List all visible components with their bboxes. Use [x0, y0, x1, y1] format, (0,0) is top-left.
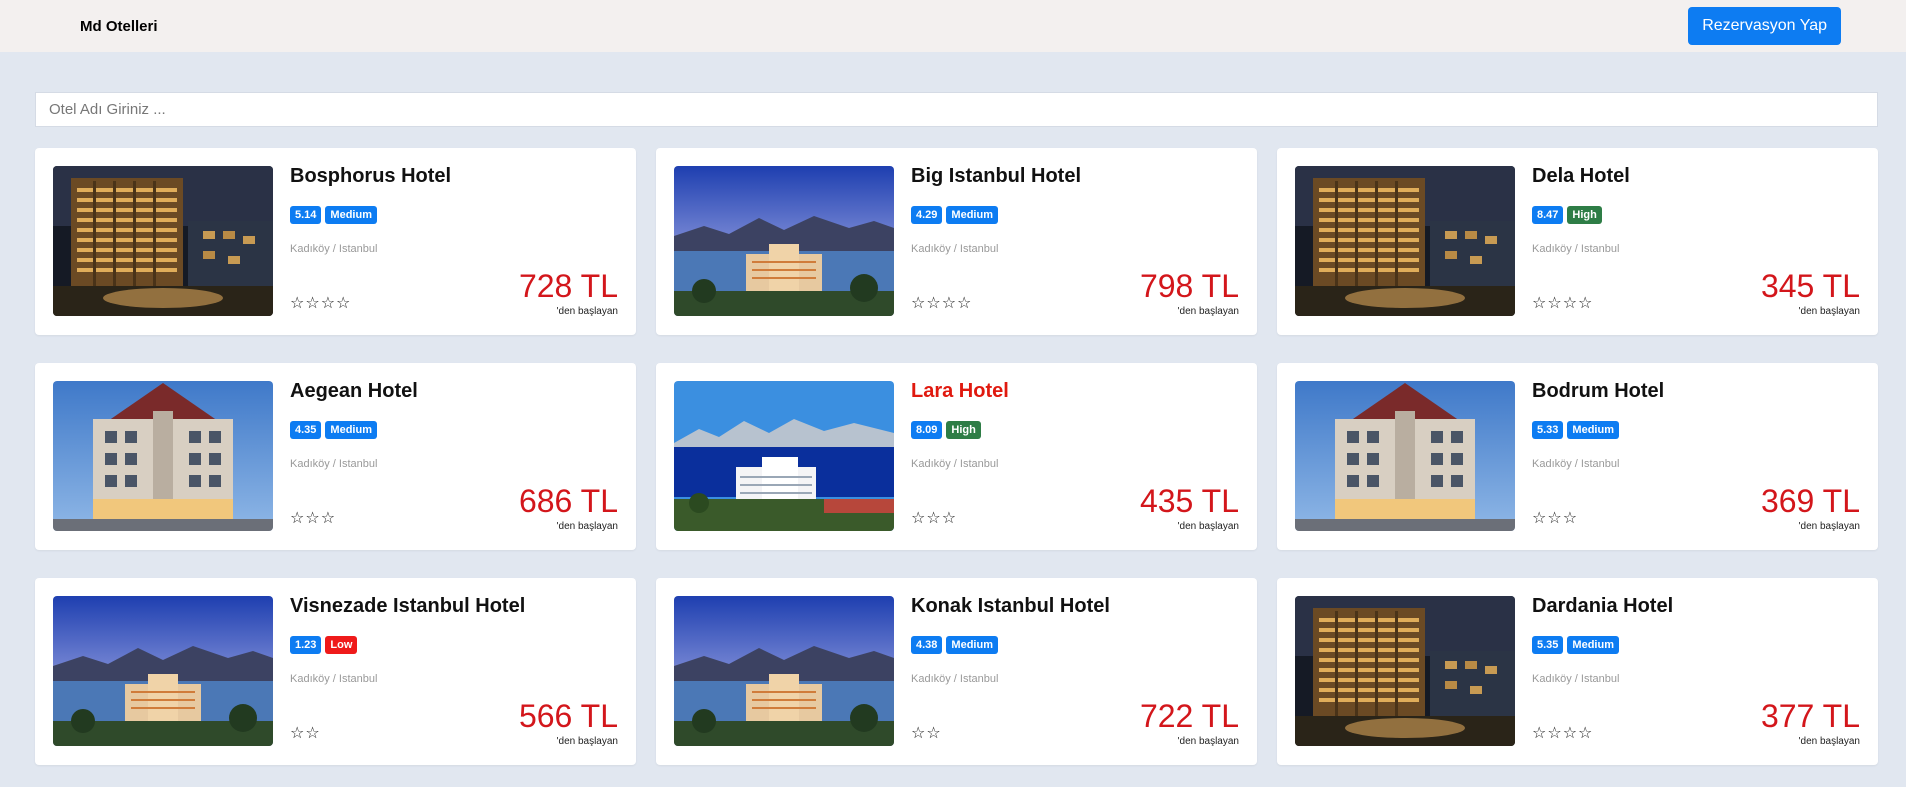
hotel-name[interactable]: Bosphorus Hotel — [290, 165, 451, 188]
hotel-price: 435 TL — [1139, 483, 1239, 519]
score-badge: 4.35 — [290, 421, 322, 439]
star-rating: ☆☆ — [911, 725, 942, 742]
level-badge: Medium — [1567, 636, 1619, 654]
level-badge: High — [946, 421, 981, 439]
hotel-card[interactable]: Dela Hotel 8.47 High Kadıköy / Istanbul … — [1277, 148, 1878, 335]
star-rating: ☆☆☆☆ — [1532, 725, 1594, 742]
hotel-location: Kadıköy / Istanbul — [911, 673, 999, 685]
rating-badges: 4.38 Medium — [911, 636, 998, 654]
hotel-image[interactable] — [674, 596, 894, 746]
price-caption: 'den başlayan — [1798, 736, 1860, 747]
hotel-card[interactable]: Konak Istanbul Hotel 4.38 Medium Kadıköy… — [656, 578, 1257, 765]
star-rating: ☆☆☆☆ — [1532, 295, 1594, 312]
hotel-price: 798 TL — [1139, 268, 1239, 304]
top-navbar: Md Otelleri Rezervasyon Yap — [0, 0, 1906, 52]
hotel-price: 377 TL — [1760, 698, 1860, 734]
hotel-image[interactable] — [53, 596, 273, 746]
hotel-price: 686 TL — [518, 483, 618, 519]
score-badge: 5.14 — [290, 206, 322, 224]
star-rating: ☆☆☆☆ — [290, 295, 352, 312]
hotel-image[interactable] — [674, 166, 894, 316]
hotel-price: 345 TL — [1760, 268, 1860, 304]
hotel-card[interactable]: Lara Hotel 8.09 High Kadıköy / Istanbul … — [656, 363, 1257, 550]
hotel-price: 722 TL — [1139, 698, 1239, 734]
hotel-name[interactable]: Dardania Hotel — [1532, 595, 1673, 618]
price-caption: 'den başlayan — [556, 306, 618, 317]
rating-badges: 5.33 Medium — [1532, 421, 1619, 439]
score-badge: 5.33 — [1532, 421, 1564, 439]
hotel-image[interactable] — [53, 166, 273, 316]
score-badge: 5.35 — [1532, 636, 1564, 654]
level-badge: High — [1567, 206, 1602, 224]
rating-badges: 5.14 Medium — [290, 206, 377, 224]
hotel-location: Kadıköy / Istanbul — [911, 458, 999, 470]
star-rating: ☆☆☆ — [911, 510, 958, 527]
price-caption: 'den başlayan — [1798, 306, 1860, 317]
hotel-card[interactable]: Bodrum Hotel 5.33 Medium Kadıköy / Istan… — [1277, 363, 1878, 550]
price-caption: 'den başlayan — [1177, 521, 1239, 532]
hotel-price: 728 TL — [518, 268, 618, 304]
hotel-image[interactable] — [1295, 596, 1515, 746]
score-badge: 4.38 — [911, 636, 943, 654]
hotel-name[interactable]: Aegean Hotel — [290, 380, 418, 403]
hotel-name[interactable]: Big Istanbul Hotel — [911, 165, 1081, 188]
star-rating: ☆☆☆ — [290, 510, 337, 527]
price-caption: 'den başlayan — [556, 736, 618, 747]
hotel-card[interactable]: Big Istanbul Hotel 4.29 Medium Kadıköy /… — [656, 148, 1257, 335]
hotel-name[interactable]: Lara Hotel — [911, 380, 1009, 403]
score-badge: 4.29 — [911, 206, 943, 224]
hotel-location: Kadıköy / Istanbul — [1532, 673, 1620, 685]
hotel-image[interactable] — [1295, 381, 1515, 531]
hotel-card[interactable]: Aegean Hotel 4.35 Medium Kadıköy / Istan… — [35, 363, 636, 550]
hotel-location: Kadıköy / Istanbul — [290, 458, 378, 470]
score-badge: 8.09 — [911, 421, 943, 439]
hotel-location: Kadıköy / Istanbul — [290, 243, 378, 255]
rating-badges: 4.29 Medium — [911, 206, 998, 224]
score-badge: 8.47 — [1532, 206, 1564, 224]
level-badge: Medium — [946, 636, 998, 654]
rating-badges: 4.35 Medium — [290, 421, 377, 439]
level-badge: Medium — [325, 206, 377, 224]
price-caption: 'den başlayan — [1798, 521, 1860, 532]
hotel-name[interactable]: Bodrum Hotel — [1532, 380, 1664, 403]
rating-badges: 1.23 Low — [290, 636, 358, 654]
hotel-image[interactable] — [1295, 166, 1515, 316]
search-bar — [35, 92, 1878, 127]
star-rating: ☆☆☆ — [1532, 510, 1579, 527]
hotel-card[interactable]: Bosphorus Hotel 5.14 Medium Kadıköy / Is… — [35, 148, 636, 335]
hotel-location: Kadıköy / Istanbul — [911, 243, 999, 255]
level-badge: Medium — [1567, 421, 1619, 439]
reservation-button[interactable]: Rezervasyon Yap — [1688, 7, 1841, 45]
price-caption: 'den başlayan — [1177, 736, 1239, 747]
star-rating: ☆☆ — [290, 725, 321, 742]
star-rating: ☆☆☆☆ — [911, 295, 973, 312]
hotel-name[interactable]: Dela Hotel — [1532, 165, 1630, 188]
level-badge: Low — [325, 636, 358, 654]
hotel-card[interactable]: Dardania Hotel 5.35 Medium Kadıköy / Ist… — [1277, 578, 1878, 765]
hotel-location: Kadıköy / Istanbul — [1532, 458, 1620, 470]
hotel-price: 369 TL — [1760, 483, 1860, 519]
price-caption: 'den başlayan — [556, 521, 618, 532]
hotel-search-input[interactable] — [35, 92, 1878, 127]
level-badge: Medium — [946, 206, 998, 224]
hotel-name[interactable]: Visnezade Istanbul Hotel — [290, 595, 525, 618]
price-caption: 'den başlayan — [1177, 306, 1239, 317]
hotel-grid: Bosphorus Hotel 5.14 Medium Kadıköy / Is… — [35, 148, 1878, 765]
score-badge: 1.23 — [290, 636, 322, 654]
hotel-location: Kadıköy / Istanbul — [290, 673, 378, 685]
hotel-image[interactable] — [53, 381, 273, 531]
hotel-image[interactable] — [674, 381, 894, 531]
brand-logo[interactable]: Md Otelleri — [80, 18, 158, 35]
hotel-name[interactable]: Konak Istanbul Hotel — [911, 595, 1110, 618]
rating-badges: 5.35 Medium — [1532, 636, 1619, 654]
rating-badges: 8.09 High — [911, 421, 981, 439]
hotel-price: 566 TL — [518, 698, 618, 734]
hotel-location: Kadıköy / Istanbul — [1532, 243, 1620, 255]
rating-badges: 8.47 High — [1532, 206, 1602, 224]
hotel-card[interactable]: Visnezade Istanbul Hotel 1.23 Low Kadıkö… — [35, 578, 636, 765]
level-badge: Medium — [325, 421, 377, 439]
